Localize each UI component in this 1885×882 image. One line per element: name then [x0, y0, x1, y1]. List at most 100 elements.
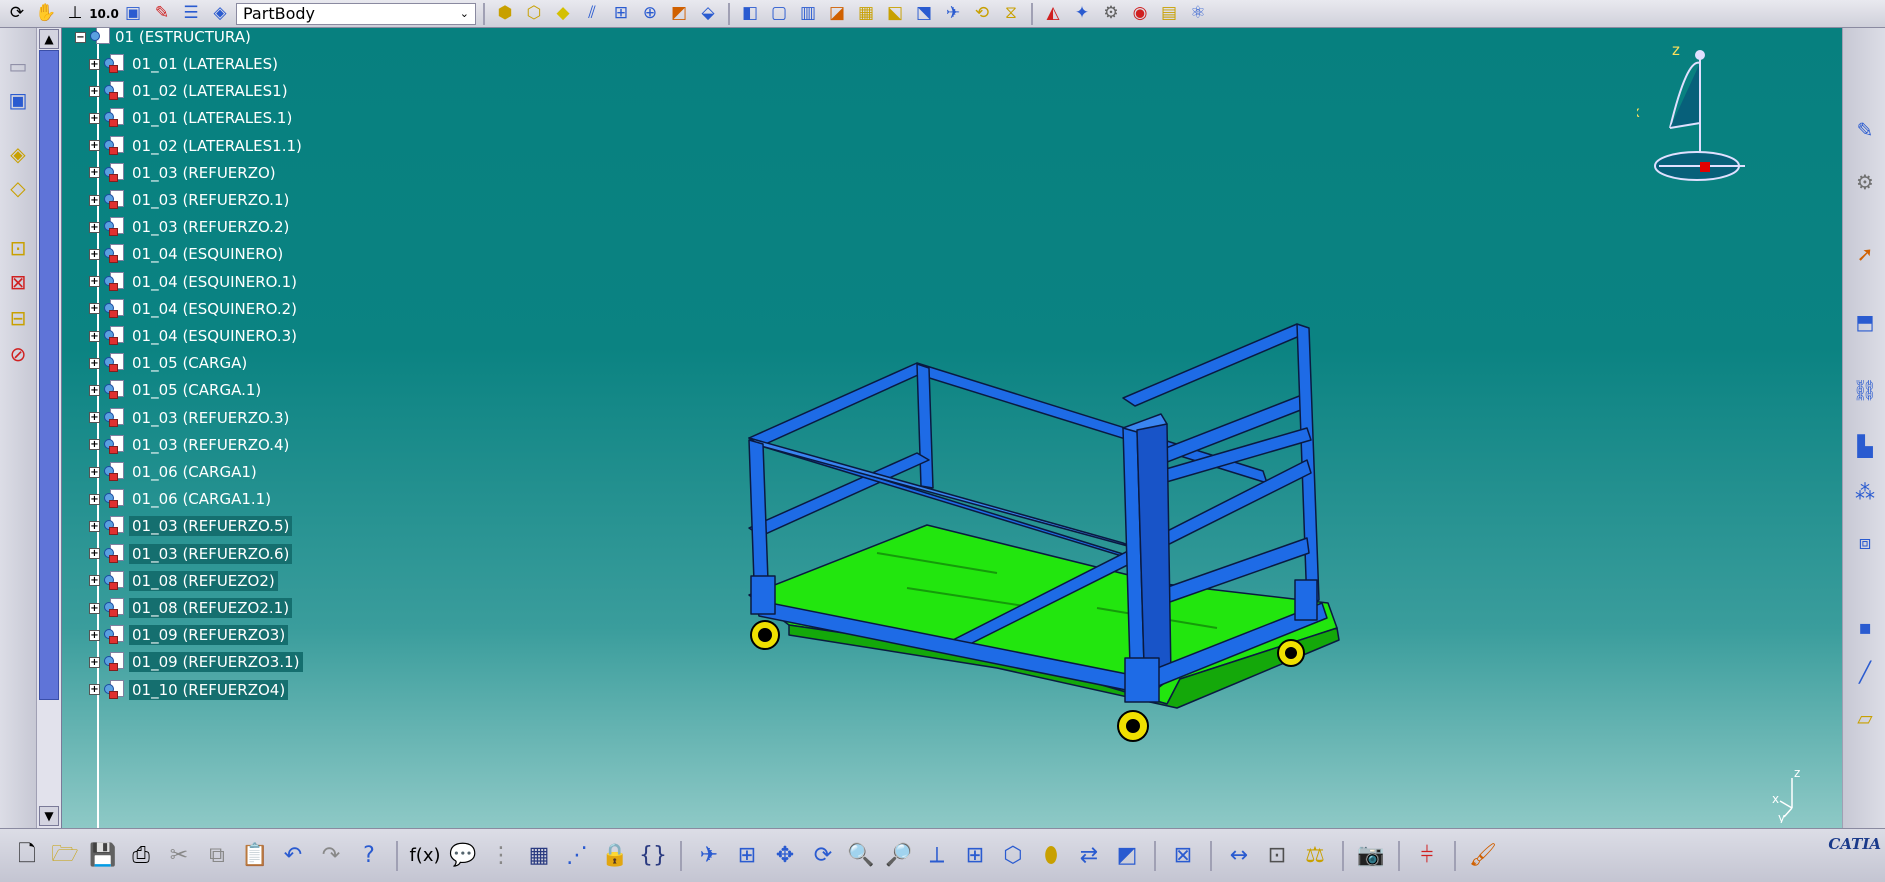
analysis-icon[interactable]: ⫩: [1410, 839, 1444, 873]
sketch-plane-icon[interactable]: ▭: [4, 52, 32, 80]
compass[interactable]: z x y: [1637, 38, 1777, 188]
save-icon[interactable]: 💾: [86, 839, 120, 873]
fly-mode-icon[interactable]: ✈: [692, 839, 726, 873]
boolean-icon[interactable]: ◭: [1040, 3, 1066, 25]
sketcher-icon[interactable]: ▣: [4, 86, 32, 114]
pocket-icon[interactable]: ⬡: [521, 3, 547, 25]
apply-material-icon[interactable]: 🖌: [1466, 839, 1500, 873]
measure-between-icon[interactable]: ↔: [1222, 839, 1256, 873]
whats-this-icon[interactable]: ?: [352, 839, 386, 873]
thread-icon[interactable]: ▦: [853, 3, 879, 25]
link-icon[interactable]: ⛓: [1851, 376, 1879, 404]
caster-wheel: [1117, 710, 1149, 742]
map-icon[interactable]: ▙: [1851, 432, 1879, 460]
grid-icon[interactable]: ⁂: [1851, 478, 1879, 506]
frame-icon[interactable]: ⧈: [1851, 528, 1879, 556]
rotate-icon[interactable]: ⟲: [969, 3, 995, 25]
select-box-icon[interactable]: ▣: [120, 3, 146, 25]
swap-visible-icon[interactable]: ⇄: [1072, 839, 1106, 873]
mini-axis-z: z: [1794, 766, 1800, 780]
symmetry-icon[interactable]: ⧖: [998, 3, 1024, 25]
table-icon[interactable]: ▦: [522, 839, 556, 873]
translate-icon[interactable]: ✈: [940, 3, 966, 25]
multi-view-icon[interactable]: ⊞: [958, 839, 992, 873]
target-icon[interactable]: ⊕: [637, 3, 663, 25]
constraint-offset-icon[interactable]: ⊟: [4, 304, 32, 332]
cut-icon[interactable]: ✂: [162, 839, 196, 873]
plane-tool-icon[interactable]: ▱: [1851, 704, 1879, 732]
pad-icon[interactable]: ⬢: [492, 3, 518, 25]
3d-viewport[interactable]: ▲ ▼ − 01 (ESTRUCTURA) +01_01 (LATERALES)…: [37, 28, 1843, 828]
rib-icon[interactable]: ⫽: [579, 3, 605, 25]
rotate-view-icon[interactable]: ⟳: [806, 839, 840, 873]
undo-icon[interactable]: ↶: [276, 839, 310, 873]
paste-icon[interactable]: 📋: [238, 839, 272, 873]
new-icon[interactable]: 🗋: [10, 839, 44, 873]
copy-icon[interactable]: ⧉: [200, 839, 234, 873]
graph-icon[interactable]: ⋰: [560, 839, 594, 873]
zoom-in-icon[interactable]: 🔍: [844, 839, 878, 873]
axis-icon[interactable]: ⊥: [62, 3, 88, 25]
pattern-icon[interactable]: ⬕: [882, 3, 908, 25]
box-icon[interactable]: ⬒: [1851, 308, 1879, 336]
capture-icon[interactable]: 📷: [1354, 839, 1388, 873]
toolbar-separator: [728, 2, 730, 25]
comment-icon[interactable]: 💬: [446, 839, 480, 873]
shell-icon[interactable]: ▢: [766, 3, 792, 25]
toolbar-separator: [1398, 840, 1400, 871]
constraint-contact-icon[interactable]: ⊠: [4, 268, 32, 296]
normal-view-icon[interactable]: ⟂: [920, 839, 954, 873]
draft-icon[interactable]: ◧: [737, 3, 763, 25]
scale-icon[interactable]: 10.0: [89, 3, 119, 25]
line-icon[interactable]: ╱: [1851, 658, 1879, 686]
chamfer-icon[interactable]: ⬙: [695, 3, 721, 25]
constraint-angle-icon[interactable]: ⊘: [4, 340, 32, 368]
pointer-icon[interactable]: ➚: [1851, 240, 1879, 268]
parameters-icon[interactable]: {}: [636, 839, 670, 873]
reference-element-icon[interactable]: ◇: [4, 174, 32, 202]
compass-origin-marker: [1700, 162, 1710, 172]
knowledge-icon[interactable]: ⋮: [484, 839, 518, 873]
fit-all-icon[interactable]: ⊞: [730, 839, 764, 873]
split-icon[interactable]: ◪: [824, 3, 850, 25]
edit-icon[interactable]: ✎: [1851, 116, 1879, 144]
layers-icon[interactable]: ◈: [207, 3, 233, 25]
remove-icon[interactable]: ◉: [1127, 3, 1153, 25]
pan-icon[interactable]: ✥: [768, 839, 802, 873]
refresh-icon[interactable]: ⟳: [4, 3, 30, 25]
open-icon[interactable]: 🗁: [48, 839, 82, 873]
iso-view-icon[interactable]: ⬡: [996, 839, 1030, 873]
measure-inertia-icon[interactable]: ⚖: [1298, 839, 1332, 873]
shading-icon[interactable]: ◩: [1110, 839, 1144, 873]
trolley-model[interactable]: [37, 28, 1843, 828]
catalog-icon[interactable]: ▤: [1156, 3, 1182, 25]
assemble-icon[interactable]: ✦: [1069, 3, 1095, 25]
redo-icon[interactable]: ↷: [314, 839, 348, 873]
mini-axis-x: x: [1772, 792, 1779, 806]
material-icon[interactable]: ⚛: [1185, 3, 1211, 25]
body-select[interactable]: PartBody ⌄: [236, 2, 476, 25]
print-icon[interactable]: ⎙: [124, 839, 158, 873]
shaft-icon[interactable]: ◆: [550, 3, 576, 25]
fillet-icon[interactable]: ◩: [666, 3, 692, 25]
plane-icon[interactable]: ◈: [4, 140, 32, 168]
lock-icon[interactable]: 🔒: [598, 839, 632, 873]
toolbar-separator: [1454, 840, 1456, 871]
hand-icon[interactable]: ✋: [33, 3, 59, 25]
list-icon[interactable]: ☰: [178, 3, 204, 25]
hide-show-icon[interactable]: ⬮: [1034, 839, 1068, 873]
formula-icon[interactable]: f(x): [408, 839, 442, 873]
corner-block: [1294, 579, 1318, 621]
thickness-icon[interactable]: ▥: [795, 3, 821, 25]
point-icon[interactable]: ▪: [1851, 613, 1879, 641]
constraint-icon[interactable]: ⊡: [4, 234, 32, 262]
measure-item-icon[interactable]: ⊡: [1260, 839, 1294, 873]
sketch-icon[interactable]: ✎: [149, 3, 175, 25]
catalog-browser-icon[interactable]: ⊠: [1166, 839, 1200, 873]
settings-icon[interactable]: ⚙: [1851, 168, 1879, 196]
zoom-out-icon[interactable]: 🔎: [882, 839, 916, 873]
mirror-icon[interactable]: ⬔: [911, 3, 937, 25]
toolbar-separator: [483, 2, 485, 25]
add-icon[interactable]: ⚙: [1098, 3, 1124, 25]
hole-icon[interactable]: ⊞: [608, 3, 634, 25]
